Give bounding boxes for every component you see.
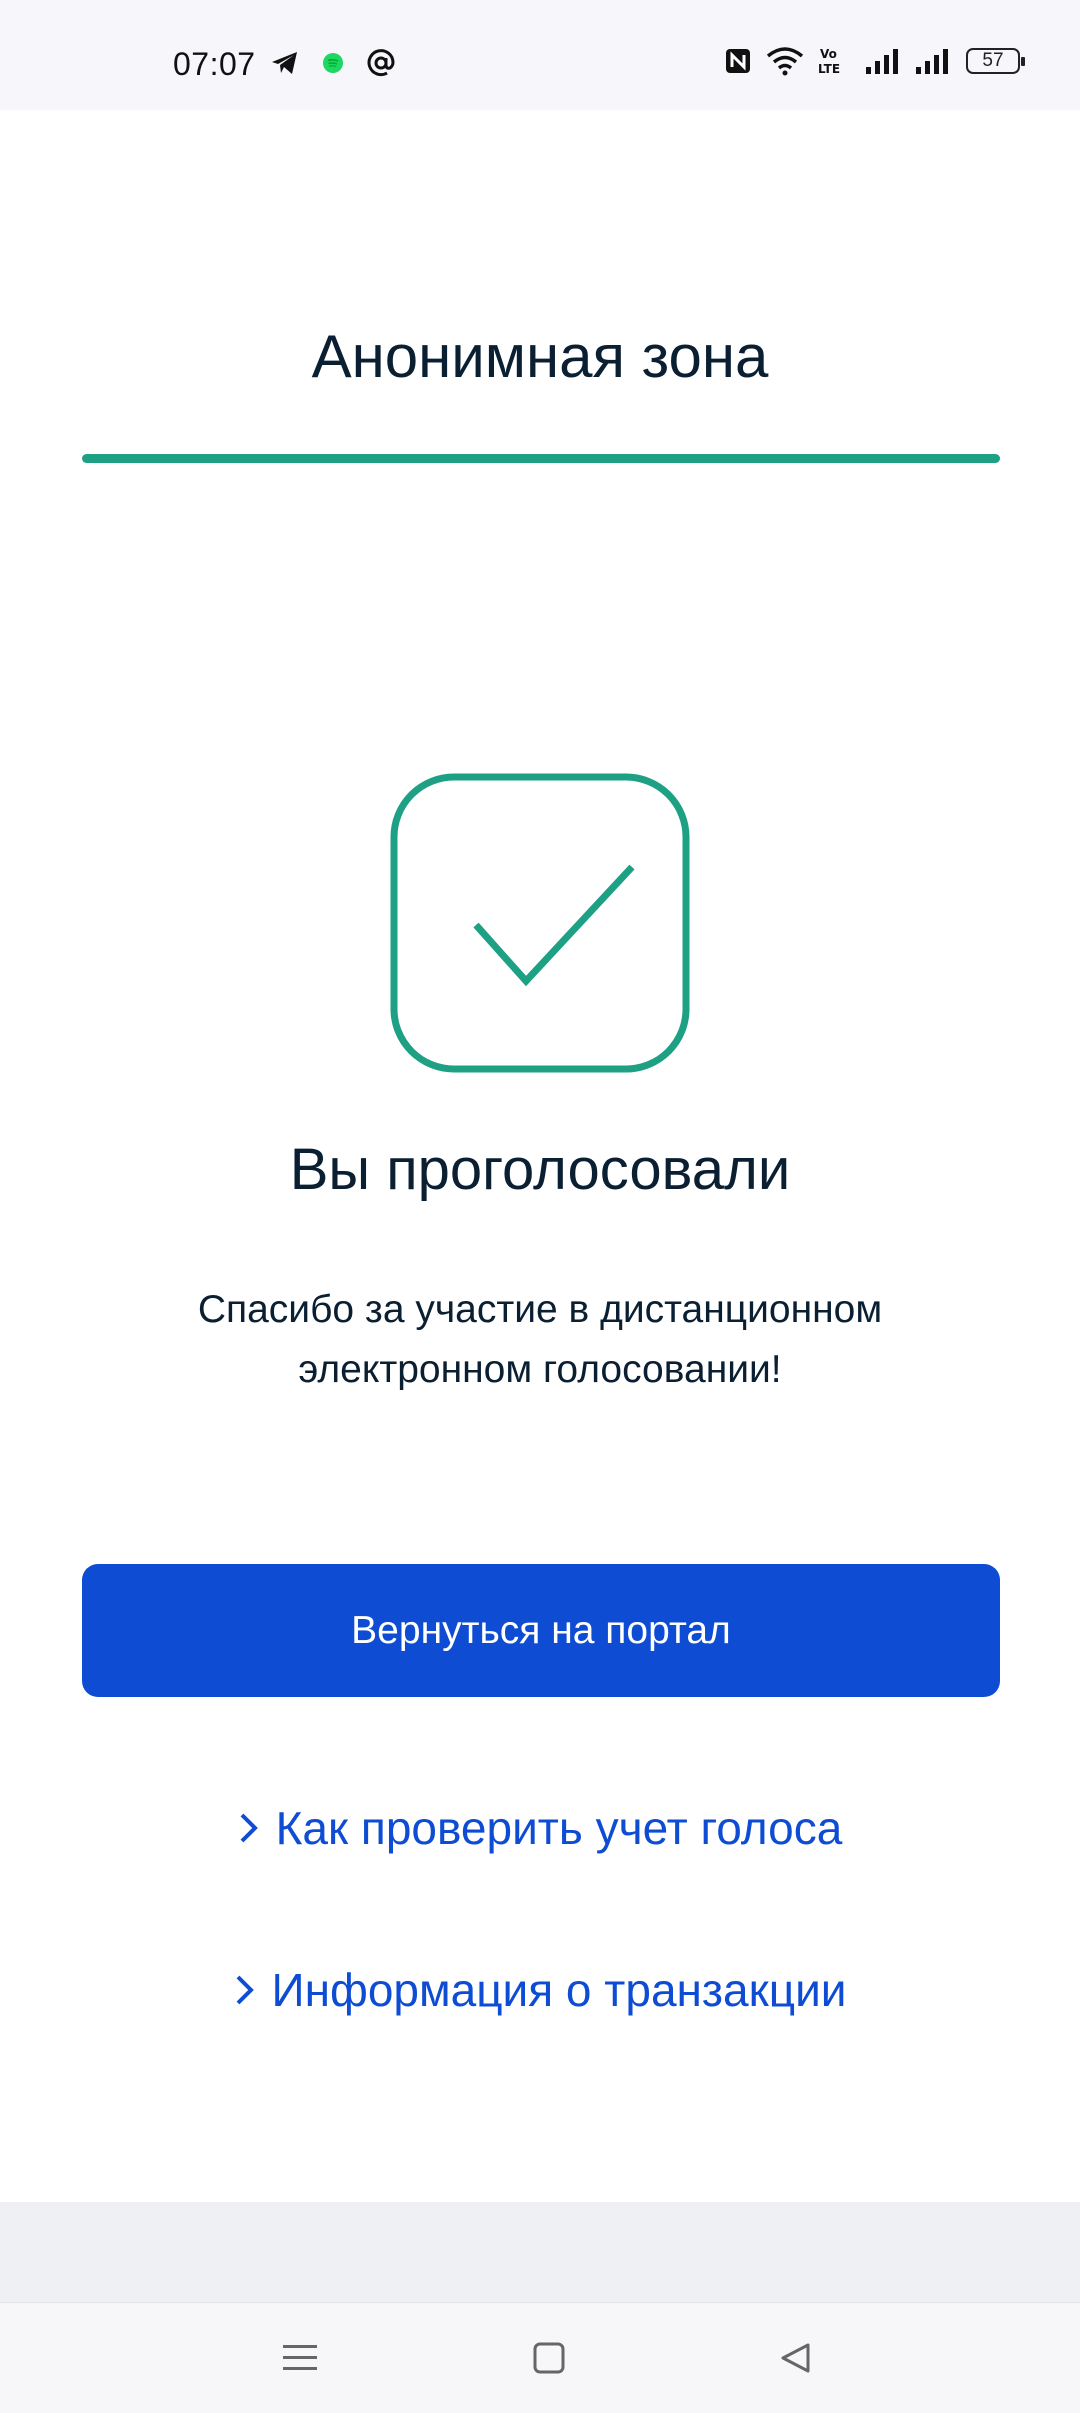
at-sign-icon (366, 48, 396, 78)
result-message-line1: Спасибо за участие в дистанционном (197, 1288, 883, 1331)
title-divider (82, 454, 1000, 463)
chevron-right-icon (234, 1973, 256, 2007)
nfc-icon (724, 47, 752, 75)
page-title: Анонимная зона (311, 323, 769, 390)
result-title: Вы проголосовали (289, 1137, 791, 1202)
check-vote-link[interactable]: Как проверить учет голоса (0, 1796, 1080, 1860)
status-left-icons (270, 48, 396, 78)
volte-icon: Vo LTE (818, 46, 852, 76)
return-to-portal-button[interactable]: Вернуться на портал (82, 1564, 1000, 1697)
svg-text:Vo: Vo (820, 47, 837, 61)
footer-band (0, 2202, 1080, 2302)
signal-2-icon (916, 47, 952, 75)
menu-icon[interactable] (275, 2333, 325, 2383)
checkmark-square-icon (390, 773, 690, 1073)
transaction-info-link-label: Информация о транзакции (271, 1964, 847, 2016)
transaction-info-link[interactable]: Информация о транзакции (0, 1958, 1080, 2022)
telegram-icon (270, 50, 300, 76)
battery-level: 57 (982, 50, 1004, 71)
result-message-line2: электронном голосовании! (298, 1348, 782, 1391)
chevron-right-icon (238, 1811, 260, 1845)
home-icon[interactable] (524, 2333, 574, 2383)
system-nav-bar (0, 2302, 1080, 2413)
svg-text:LTE: LTE (818, 62, 840, 76)
status-bar: 07:07 Vo LTE 57 (0, 0, 1080, 110)
check-vote-link-label: Как проверить учет голоса (275, 1802, 843, 1854)
result-message: Спасибо за участие в дистанционном элект… (140, 1280, 940, 1400)
spotify-icon (322, 52, 344, 74)
battery-icon: 57 (966, 48, 1025, 74)
signal-1-icon (866, 47, 902, 75)
back-icon[interactable] (770, 2333, 820, 2383)
status-right-icons: Vo LTE 57 (724, 46, 1025, 76)
wifi-icon (766, 46, 804, 76)
status-time: 07:07 (173, 46, 256, 82)
